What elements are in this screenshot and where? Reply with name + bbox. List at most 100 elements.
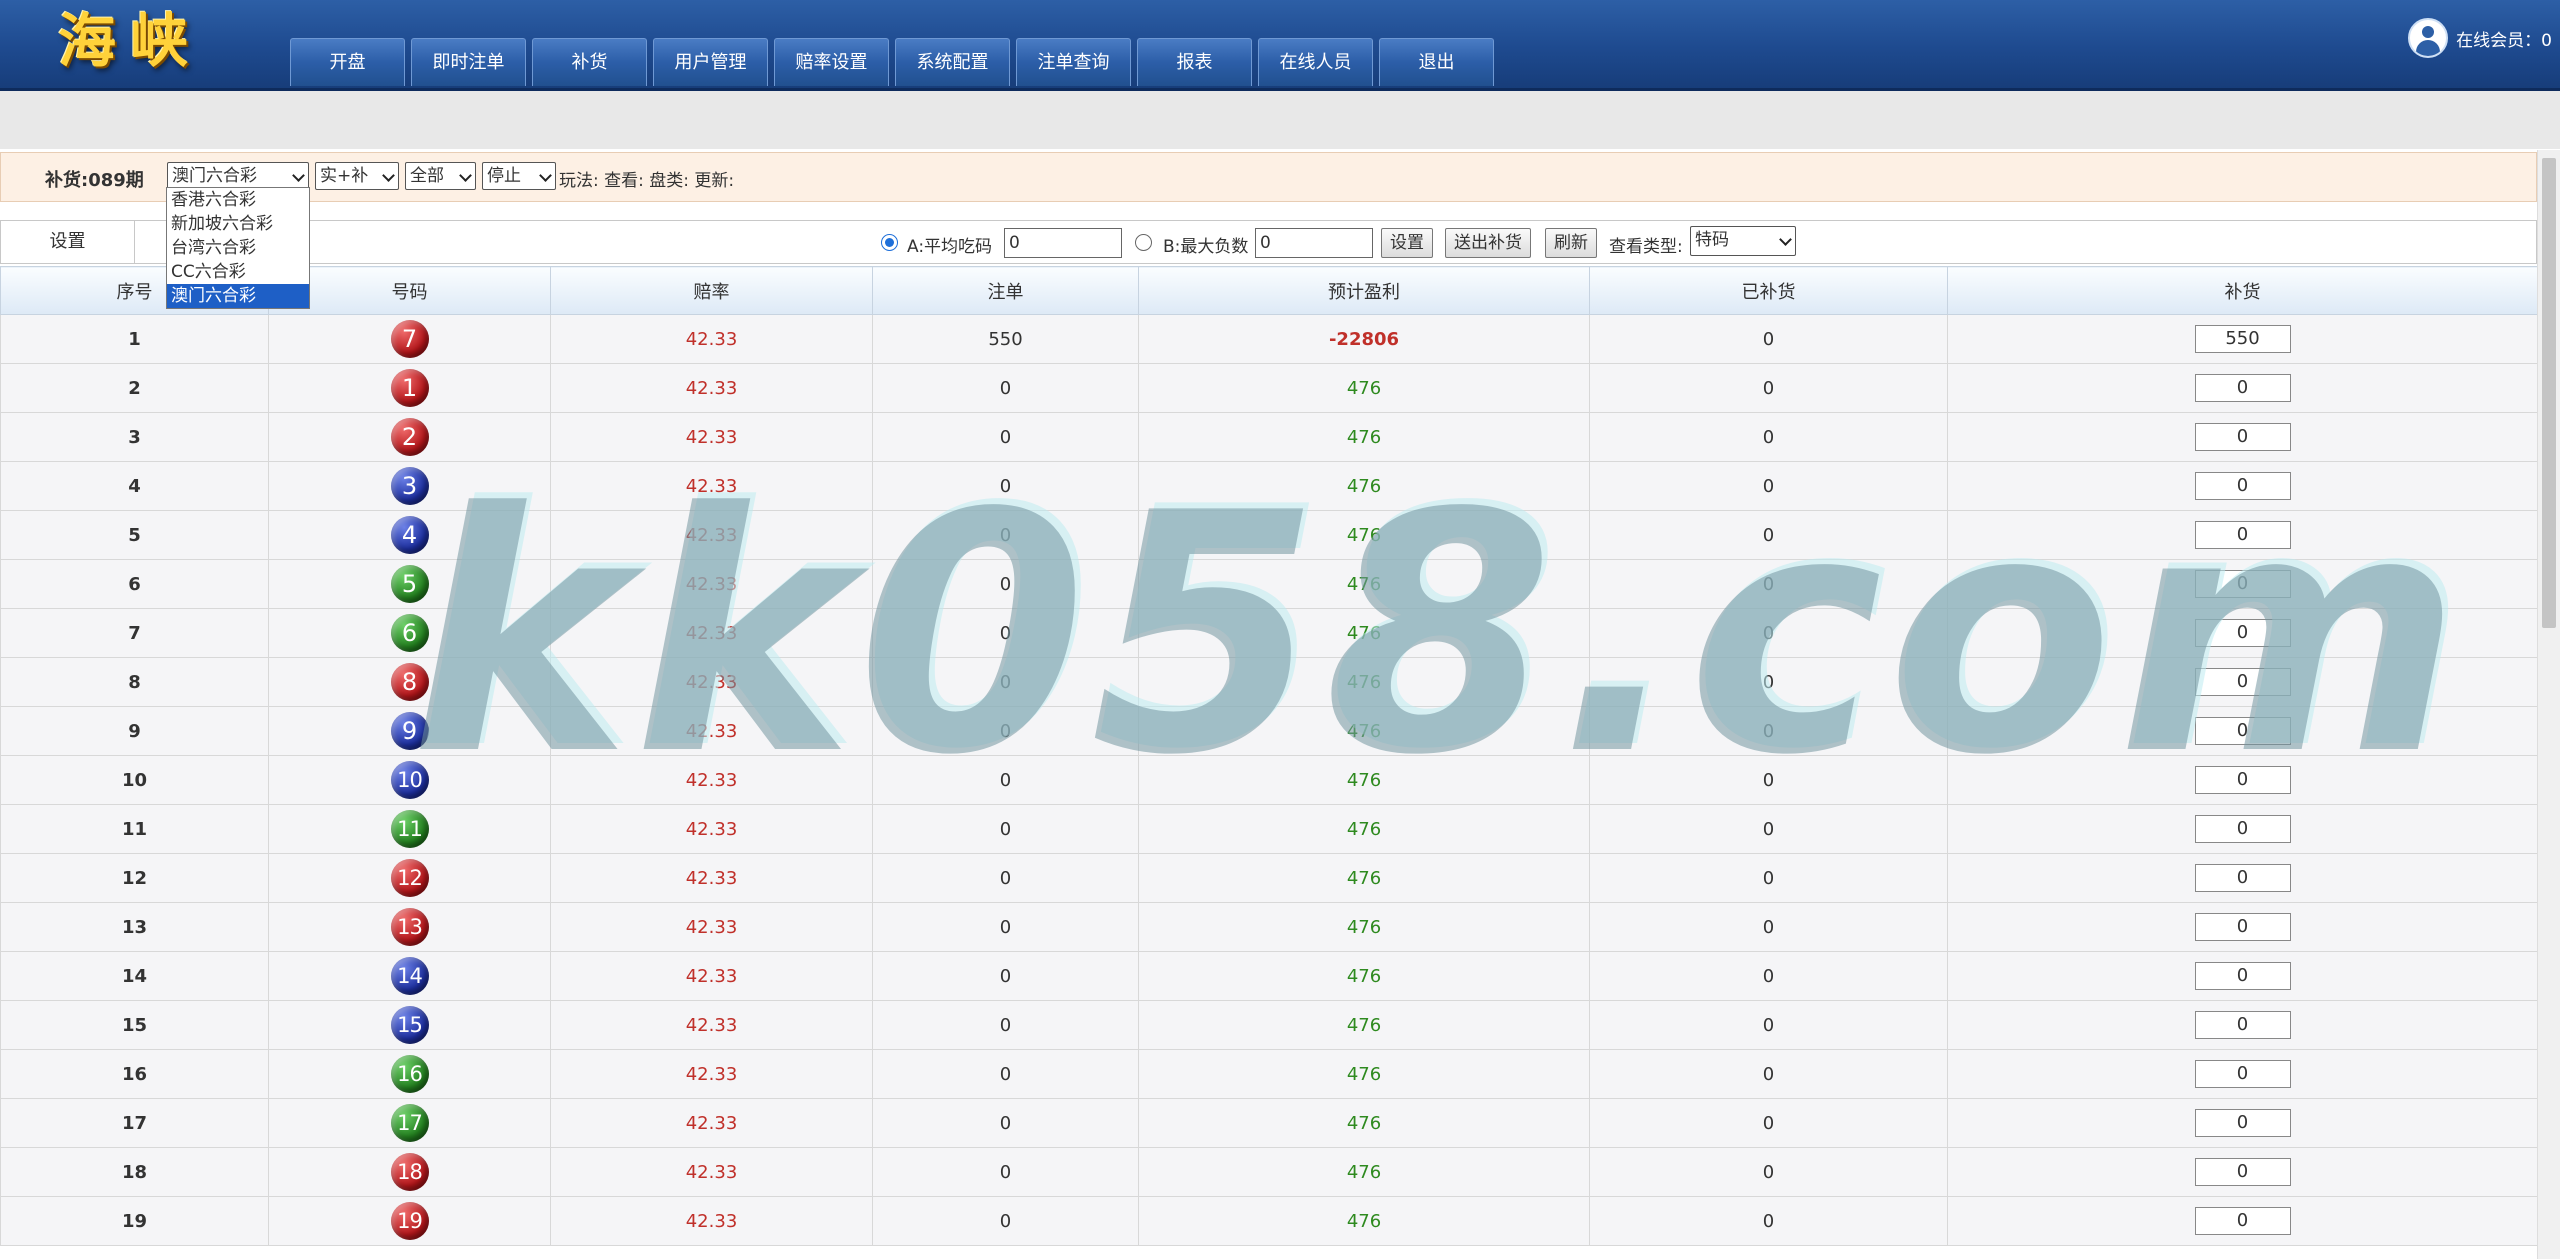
replenish-cell: 0 bbox=[1947, 1000, 2538, 1050]
replenished-cell: 0 bbox=[1589, 1147, 1948, 1197]
profit-cell: 476 bbox=[1138, 902, 1590, 952]
play-info-text: 玩法: 查看: 盘类: 更新: bbox=[559, 171, 735, 191]
row-index: 17 bbox=[0, 1098, 269, 1148]
number-ball-icon: 15 bbox=[390, 1006, 429, 1044]
replenish-amount-input[interactable]: 0 bbox=[2194, 472, 2291, 500]
replenish-amount-input[interactable]: 0 bbox=[2194, 962, 2291, 990]
view-type-select[interactable]: 特码 bbox=[1690, 226, 1796, 256]
replenish-amount-input[interactable]: 0 bbox=[2194, 521, 2291, 549]
number-ball-icon: 14 bbox=[390, 957, 429, 995]
replenish-amount-input[interactable]: 0 bbox=[2194, 1158, 2291, 1186]
replenish-amount-input[interactable]: 0 bbox=[2194, 1011, 2291, 1039]
row-index: 3 bbox=[0, 412, 269, 462]
nav-bet-query[interactable]: 注单查询 bbox=[1016, 38, 1131, 86]
nav-live-bets[interactable]: 即时注单 bbox=[411, 38, 526, 86]
table-row: 6 5 42.33 0 476 0 0 bbox=[0, 559, 2538, 609]
filter-bar: 补货:089期 澳门六合彩 实+补 全部 停止 玩法: 查看: 盘类: 更新: bbox=[0, 152, 2537, 202]
lottery-select[interactable]: 澳门六合彩 bbox=[167, 162, 309, 190]
replenish-amount-input[interactable]: 0 bbox=[2194, 815, 2291, 843]
lottery-option-taiwan[interactable]: 台湾六合彩 bbox=[167, 236, 309, 260]
chevron-down-icon bbox=[382, 169, 395, 182]
odds-cell: 42.33 bbox=[550, 1000, 873, 1050]
number-ball-icon: 16 bbox=[390, 1055, 429, 1093]
odds-cell: 42.33 bbox=[550, 559, 873, 609]
set-button[interactable]: 设置 bbox=[1381, 228, 1433, 258]
replenish-amount-input[interactable]: 0 bbox=[2194, 864, 2291, 892]
settings-row: 设置 A:平均吃码 0 B:最大负数 0 设置 送出补货 刷新 查看类型: 特码 bbox=[0, 220, 2537, 264]
replenish-amount-input[interactable]: 550 bbox=[2194, 325, 2291, 353]
odds-cell: 42.33 bbox=[550, 902, 873, 952]
replenish-amount-input[interactable]: 0 bbox=[2194, 717, 2291, 745]
table-row: 11 11 42.33 0 476 0 0 bbox=[0, 804, 2538, 854]
scrollbar-thumb[interactable] bbox=[2542, 158, 2556, 628]
nav-odds-settings[interactable]: 赔率设置 bbox=[774, 38, 889, 86]
top-header: 海峡 开盘 即时注单 补货 用户管理 赔率设置 系统配置 注单查询 报表 在线人… bbox=[0, 0, 2560, 91]
scope-select[interactable]: 全部 bbox=[405, 162, 476, 190]
replenish-amount-input[interactable]: 0 bbox=[2194, 1109, 2291, 1137]
replenish-cell: 0 bbox=[1947, 804, 2538, 854]
option-a-radio[interactable] bbox=[881, 234, 898, 251]
status-select[interactable]: 停止 bbox=[482, 162, 556, 190]
profit-cell: 476 bbox=[1138, 706, 1590, 756]
send-replenish-button[interactable]: 送出补货 bbox=[1445, 228, 1531, 258]
replenished-cell: 0 bbox=[1589, 804, 1948, 854]
replenish-cell: 0 bbox=[1947, 412, 2538, 462]
replenish-cell: 0 bbox=[1947, 902, 2538, 952]
replenish-amount-input[interactable]: 0 bbox=[2194, 423, 2291, 451]
vertical-scrollbar[interactable] bbox=[2537, 150, 2560, 1259]
bets-cell: 0 bbox=[872, 412, 1139, 462]
replenish-amount-input[interactable]: 0 bbox=[2194, 913, 2291, 941]
bets-cell: 0 bbox=[872, 706, 1139, 756]
lottery-option-singapore[interactable]: 新加坡六合彩 bbox=[167, 212, 309, 236]
bets-cell: 0 bbox=[872, 1098, 1139, 1148]
odds-cell: 42.33 bbox=[550, 657, 873, 707]
table-body: 1 7 42.33 550 -22806 0 550 2 1 42.33 0 476 0 0 3 2 42.33… bbox=[0, 314, 2538, 1246]
chevron-down-icon bbox=[459, 169, 472, 182]
spacer-band bbox=[0, 91, 2560, 149]
nav-logout[interactable]: 退出 bbox=[1379, 38, 1494, 86]
row-index: 14 bbox=[0, 951, 269, 1001]
nav-system-config[interactable]: 系统配置 bbox=[895, 38, 1010, 86]
replenish-amount-input[interactable]: 0 bbox=[2194, 1060, 2291, 1088]
nav-user-management[interactable]: 用户管理 bbox=[653, 38, 768, 86]
replenish-amount-input[interactable]: 0 bbox=[2194, 374, 2291, 402]
table-row: 10 10 42.33 0 476 0 0 bbox=[0, 755, 2538, 805]
lottery-option-hongkong[interactable]: 香港六合彩 bbox=[167, 188, 309, 212]
replenish-cell: 0 bbox=[1947, 853, 2538, 903]
mode-select[interactable]: 实+补 bbox=[315, 162, 399, 190]
replenish-amount-input[interactable]: 0 bbox=[2194, 1207, 2291, 1235]
nav-reports[interactable]: 报表 bbox=[1137, 38, 1252, 86]
replenish-amount-input[interactable]: 0 bbox=[2194, 619, 2291, 647]
option-b-input[interactable]: 0 bbox=[1255, 228, 1373, 258]
table-row: 14 14 42.33 0 476 0 0 bbox=[0, 951, 2538, 1001]
odds-cell: 42.33 bbox=[550, 412, 873, 462]
bets-cell: 0 bbox=[872, 853, 1139, 903]
site-logo: 海峡 bbox=[58, 7, 203, 75]
odds-cell: 42.33 bbox=[550, 1049, 873, 1099]
bets-cell: 0 bbox=[872, 951, 1139, 1001]
refresh-button[interactable]: 刷新 bbox=[1545, 228, 1597, 258]
replenish-amount-input[interactable]: 0 bbox=[2194, 570, 2291, 598]
odds-cell: 42.33 bbox=[550, 510, 873, 560]
scope-select-value: 全部 bbox=[410, 166, 444, 186]
profit-cell: 476 bbox=[1138, 510, 1590, 560]
replenish-amount-input[interactable]: 0 bbox=[2194, 766, 2291, 794]
view-type-select-value: 特码 bbox=[1695, 230, 1729, 250]
option-b-radio[interactable] bbox=[1135, 234, 1152, 251]
chevron-down-icon bbox=[539, 169, 552, 182]
replenished-cell: 0 bbox=[1589, 1000, 1948, 1050]
option-a-input[interactable]: 0 bbox=[1004, 228, 1122, 258]
profit-cell: 476 bbox=[1138, 1147, 1590, 1197]
number-ball-icon: 13 bbox=[390, 908, 429, 946]
lottery-option-macau[interactable]: 澳门六合彩 bbox=[167, 284, 309, 308]
bets-cell: 0 bbox=[872, 1147, 1139, 1197]
nav-open-market[interactable]: 开盘 bbox=[290, 38, 405, 86]
row-index: 8 bbox=[0, 657, 269, 707]
number-cell: 2 bbox=[268, 412, 551, 462]
nav-online-users[interactable]: 在线人员 bbox=[1258, 38, 1373, 86]
number-cell: 19 bbox=[268, 1196, 551, 1246]
replenish-amount-input[interactable]: 0 bbox=[2194, 668, 2291, 696]
nav-replenish[interactable]: 补货 bbox=[532, 38, 647, 86]
lottery-option-cc[interactable]: CC六合彩 bbox=[167, 260, 309, 284]
period-label: 补货:089期 bbox=[45, 170, 144, 191]
